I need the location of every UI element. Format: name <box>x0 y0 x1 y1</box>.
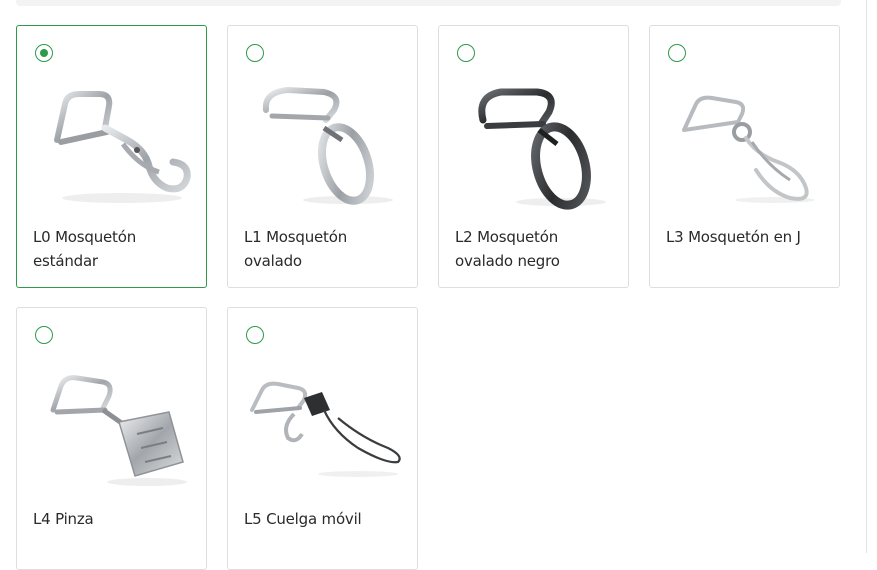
radio-button[interactable] <box>457 44 475 62</box>
option-label: L2 Mosquetón ovalado negro <box>455 228 560 270</box>
top-bar <box>16 0 841 6</box>
radio-button[interactable] <box>246 44 264 62</box>
option-label: L3 Mosquetón en J <box>666 228 801 246</box>
radio-button[interactable] <box>35 326 53 344</box>
phone-strap-icon <box>238 352 408 492</box>
option-label: L4 Pinza <box>33 510 94 528</box>
standard-snap-hook-icon <box>27 70 197 210</box>
radio-selected-dot <box>39 48 48 57</box>
option-card-l0[interactable]: L0 Mosquetón estándar <box>16 25 207 288</box>
option-card-l1[interactable]: L1 Mosquetón ovalado <box>227 25 418 288</box>
page-edge-divider <box>866 0 867 553</box>
black-oval-snap-hook-icon <box>449 70 619 210</box>
clip-icon <box>27 352 197 492</box>
radio-button[interactable] <box>668 44 686 62</box>
radio-button[interactable] <box>246 326 264 344</box>
j-hook-icon <box>660 70 830 210</box>
option-label: L5 Cuelga móvil <box>244 510 362 528</box>
radio-button[interactable] <box>35 44 53 62</box>
option-label: L0 Mosquetón estándar <box>33 228 137 270</box>
option-card-l2[interactable]: L2 Mosquetón ovalado negro <box>438 25 629 288</box>
option-label: L1 Mosquetón ovalado <box>244 228 348 270</box>
option-card-l4[interactable]: L4 Pinza <box>16 307 207 570</box>
option-card-l5[interactable]: L5 Cuelga móvil <box>227 307 418 570</box>
option-card-l3[interactable]: L3 Mosquetón en J <box>649 25 840 288</box>
oval-snap-hook-icon <box>238 70 408 210</box>
